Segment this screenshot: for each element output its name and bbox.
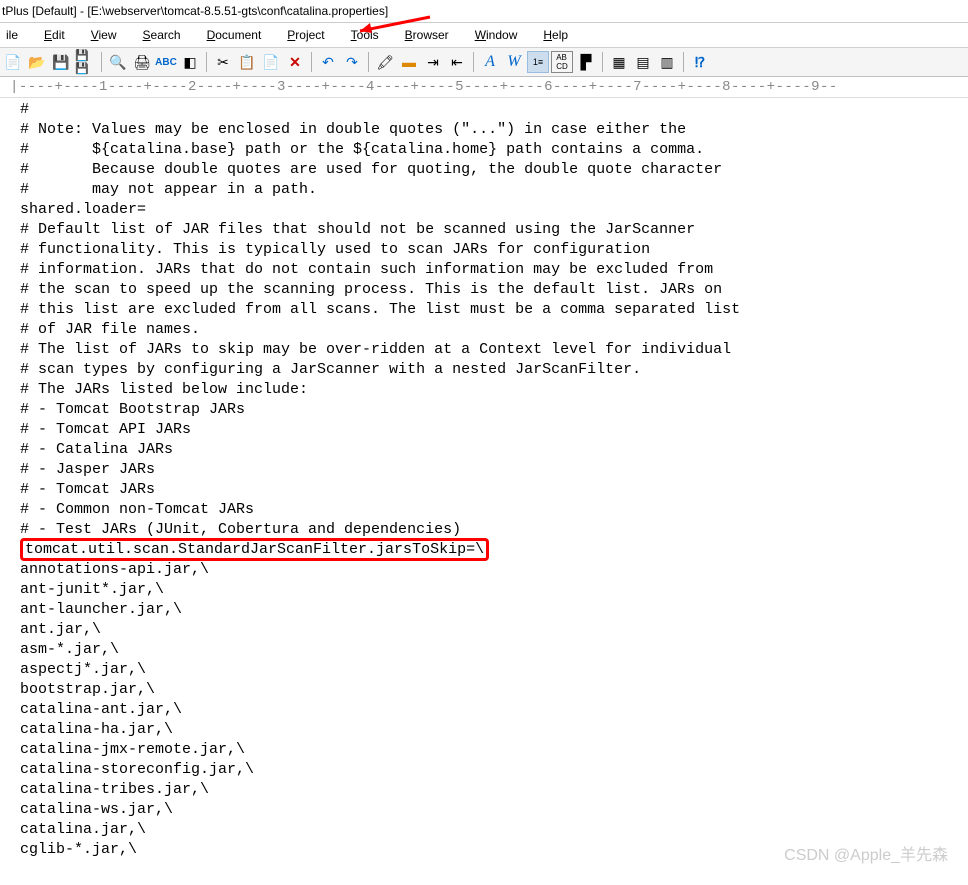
code-line[interactable]: ant-junit*.jar,\ (0, 580, 968, 600)
code-line[interactable]: ant.jar,\ (0, 620, 968, 640)
wordwrap-icon[interactable]: W (503, 51, 525, 73)
code-line[interactable]: # The JARs listed below include: (0, 380, 968, 400)
menu-view[interactable]: View (87, 26, 121, 44)
spellcheck-icon[interactable]: ABC (155, 51, 177, 73)
code-line[interactable]: catalina-ha.jar,\ (0, 720, 968, 740)
code-line[interactable]: # - Tomcat API JARs (0, 420, 968, 440)
linenum-icon[interactable]: 1≡ (527, 51, 549, 73)
code-line[interactable]: # scan types by configuring a JarScanner… (0, 360, 968, 380)
marker-icon[interactable]: ▛ (575, 51, 597, 73)
menu-project[interactable]: Project (283, 26, 328, 44)
preview-icon[interactable]: 🔍 (107, 51, 129, 73)
separator (101, 52, 102, 72)
code-line[interactable]: catalina-ant.jar,\ (0, 700, 968, 720)
redo-icon[interactable]: ↷ (341, 51, 363, 73)
print-icon[interactable]: 🖨 (131, 51, 153, 73)
menu-search[interactable]: Search (139, 26, 185, 44)
code-line[interactable]: ant-launcher.jar,\ (0, 600, 968, 620)
menu-edit[interactable]: Edit (40, 26, 69, 44)
font-icon[interactable]: A (479, 51, 501, 73)
code-line[interactable]: aspectj*.jar,\ (0, 660, 968, 680)
panel1-icon[interactable]: ▦ (608, 51, 630, 73)
highlight-icon[interactable]: 🖍 (374, 51, 396, 73)
menu-browser[interactable]: Browser (401, 26, 453, 44)
text-editor[interactable]: ## Note: Values may be enclosed in doubl… (0, 98, 968, 862)
code-line[interactable]: # this list are excluded from all scans.… (0, 300, 968, 320)
code-line[interactable]: # The list of JARs to skip may be over-r… (0, 340, 968, 360)
code-line[interactable]: # Default list of JAR files that should … (0, 220, 968, 240)
indent-icon[interactable]: ⇥ (422, 51, 444, 73)
separator (368, 52, 369, 72)
code-line[interactable]: # - Test JARs (JUnit, Cobertura and depe… (0, 520, 968, 540)
save-icon[interactable]: 💾 (50, 51, 72, 73)
code-line[interactable]: catalina-tribes.jar,\ (0, 780, 968, 800)
code-line[interactable]: shared.loader= (0, 200, 968, 220)
code-line[interactable]: cglib-*.jar,\ (0, 840, 968, 860)
paste-icon[interactable]: 📄 (260, 51, 282, 73)
code-line[interactable]: asm-*.jar,\ (0, 640, 968, 660)
separator (602, 52, 603, 72)
code-line[interactable]: # functionality. This is typically used … (0, 240, 968, 260)
cut-icon[interactable]: ✂ (212, 51, 234, 73)
highlighted-line: tomcat.util.scan.StandardJarScanFilter.j… (20, 538, 489, 561)
separator (206, 52, 207, 72)
window-title: tPlus [Default] - [E:\webserver\tomcat-8… (0, 0, 968, 23)
code-line[interactable]: # may not appear in a path. (0, 180, 968, 200)
toolbar: 📄 📂 💾 💾💾 🔍 🖨 ABC ◧ ✂ 📋 📄 ✕ ↶ ↷ 🖍 ▬ ⇥ ⇤ A… (0, 48, 968, 77)
menu-document[interactable]: Document (203, 26, 266, 44)
panel2-icon[interactable]: ▤ (632, 51, 654, 73)
toggle-icon[interactable]: ◧ (179, 51, 201, 73)
code-line[interactable]: bootstrap.jar,\ (0, 680, 968, 700)
saveall-icon[interactable]: 💾💾 (74, 51, 96, 73)
menu-help[interactable]: Help (539, 26, 572, 44)
code-line[interactable]: # (0, 100, 968, 120)
menu-file[interactable]: ile (2, 26, 22, 44)
code-line[interactable]: annotations-api.jar,\ (0, 560, 968, 580)
separator (683, 52, 684, 72)
menu-tools[interactable]: Tools (347, 26, 383, 44)
code-line[interactable]: # Because double quotes are used for quo… (0, 160, 968, 180)
code-line[interactable]: # - Tomcat Bootstrap JARs (0, 400, 968, 420)
menu-bar: ile Edit View Search Document Project To… (0, 23, 968, 48)
panel3-icon[interactable]: ▥ (656, 51, 678, 73)
code-line[interactable]: # Note: Values may be enclosed in double… (0, 120, 968, 140)
code-line[interactable]: catalina.jar,\ (0, 820, 968, 840)
ruler-icon[interactable]: ABCD (551, 51, 573, 73)
help-icon[interactable]: ⁉ (689, 51, 711, 73)
code-line[interactable]: tomcat.util.scan.StandardJarScanFilter.j… (0, 540, 968, 560)
code-line[interactable]: # ${catalina.base} path or the ${catalin… (0, 140, 968, 160)
code-line[interactable]: # - Tomcat JARs (0, 480, 968, 500)
code-line[interactable]: catalina-storeconfig.jar,\ (0, 760, 968, 780)
outdent-icon[interactable]: ⇤ (446, 51, 468, 73)
new-icon[interactable]: 📄 (2, 51, 24, 73)
code-line[interactable]: # - Jasper JARs (0, 460, 968, 480)
code-line[interactable]: # - Common non-Tomcat JARs (0, 500, 968, 520)
code-line[interactable]: catalina-jmx-remote.jar,\ (0, 740, 968, 760)
column-ruler: |----+----1----+----2----+----3----+----… (0, 77, 968, 98)
code-line[interactable]: # - Catalina JARs (0, 440, 968, 460)
delete-icon[interactable]: ✕ (284, 51, 306, 73)
undo-icon[interactable]: ↶ (317, 51, 339, 73)
code-line[interactable]: # information. JARs that do not contain … (0, 260, 968, 280)
code-line[interactable]: # of JAR file names. (0, 320, 968, 340)
fill-icon[interactable]: ▬ (398, 51, 420, 73)
copy-icon[interactable]: 📋 (236, 51, 258, 73)
code-line[interactable]: # the scan to speed up the scanning proc… (0, 280, 968, 300)
code-line[interactable]: catalina-ws.jar,\ (0, 800, 968, 820)
menu-window[interactable]: Window (471, 26, 522, 44)
separator (311, 52, 312, 72)
open-icon[interactable]: 📂 (26, 51, 48, 73)
separator (473, 52, 474, 72)
